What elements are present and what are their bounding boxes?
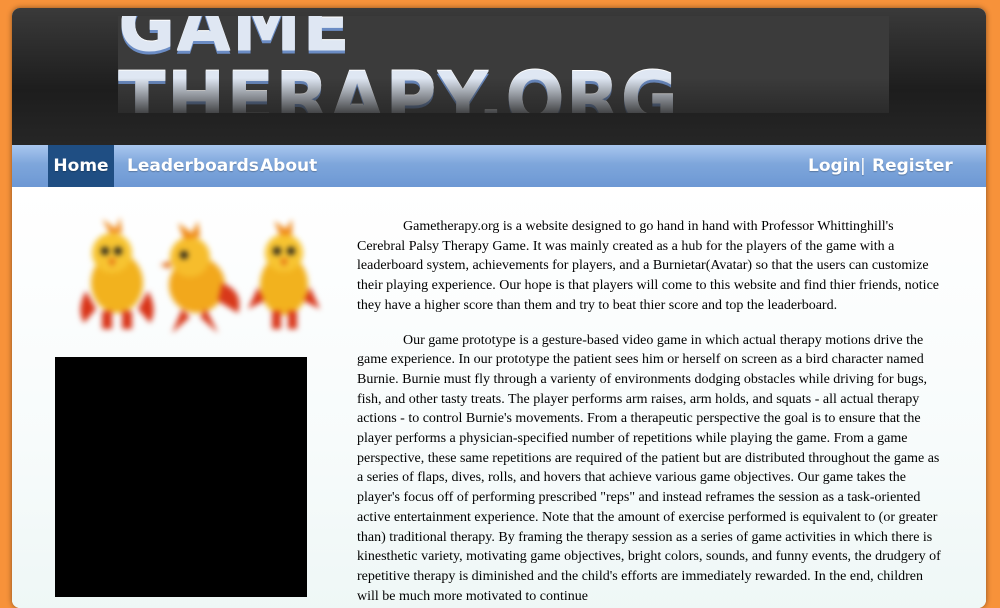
site-header: GAME THERAPY.ORG — [12, 8, 986, 145]
intro-text: Gametherapy.org is a website designed to… — [357, 217, 945, 608]
bird-two — [160, 221, 240, 333]
intro-paragraph-1: Gametherapy.org is a website designed to… — [357, 219, 939, 313]
bird-one — [80, 217, 154, 329]
page-frame: GAME THERAPY.ORG Home Leaderboards About… — [12, 8, 986, 608]
nav-register[interactable]: Register — [872, 145, 953, 187]
nav-bar: Home Leaderboards About Login | Register — [12, 145, 986, 187]
nav-home[interactable]: Home — [48, 145, 114, 187]
bird-three — [248, 219, 320, 329]
intro-paragraph-2: Our game prototype is a gesture-based vi… — [357, 332, 941, 604]
burnie-bird-icon — [80, 217, 320, 333]
nav-leaderboards[interactable]: Leaderboards — [127, 145, 259, 187]
logo-reflection — [118, 78, 889, 113]
nav-about[interactable]: About — [260, 145, 317, 187]
nav-separator: | — [860, 156, 866, 176]
main-content: Gametherapy.org is a website designed to… — [12, 187, 986, 608]
video-player[interactable] — [55, 357, 307, 597]
nav-login[interactable]: Login — [808, 145, 861, 187]
site-logo[interactable]: GAME THERAPY.ORG — [118, 16, 889, 113]
